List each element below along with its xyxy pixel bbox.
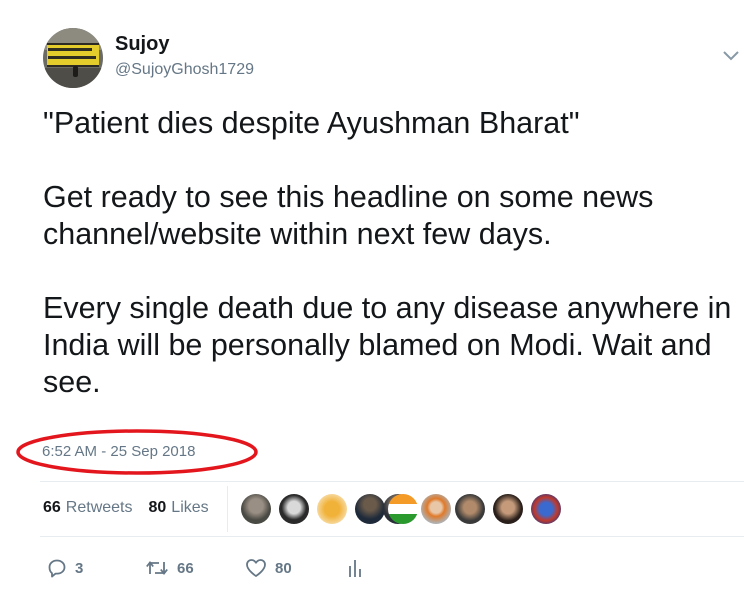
liker-avatar-8[interactable] [455, 494, 485, 524]
liker-avatar-1[interactable] [241, 494, 271, 524]
reply-count: 3 [75, 559, 84, 577]
liker-avatar-10[interactable] [531, 494, 561, 524]
like-button[interactable]: 80 [245, 556, 292, 580]
retweets-stat[interactable]: 66 Retweets [43, 499, 133, 517]
engagement-stats: 66 Retweets 80 Likes [43, 499, 219, 517]
retweets-count: 66 [43, 499, 61, 516]
tweet-text: "Patient dies despite Ayushman Bharat" G… [43, 106, 732, 399]
avatar-station-sign [47, 43, 99, 67]
chevron-down-icon[interactable] [722, 50, 740, 62]
likes-stat[interactable]: 80 Likes [149, 499, 209, 517]
liker-avatar-3[interactable] [317, 494, 347, 524]
like-count: 80 [275, 559, 292, 577]
analytics-icon [349, 560, 361, 577]
retweet-icon [146, 561, 168, 575]
liker-avatar-6[interactable] [388, 494, 418, 524]
liker-avatar-7[interactable] [421, 494, 451, 524]
highlight-circle [16, 429, 258, 475]
liker-avatar-4[interactable] [355, 494, 385, 524]
divider [40, 536, 744, 537]
analytics-button[interactable] [347, 556, 363, 580]
avatar[interactable] [43, 28, 103, 88]
divider [40, 481, 744, 482]
retweets-label: Retweets [65, 499, 133, 516]
reply-icon [48, 559, 66, 578]
likes-count: 80 [148, 499, 167, 516]
author-name[interactable]: Sujoy [115, 33, 169, 56]
liker-avatar-9[interactable] [493, 494, 523, 524]
retweet-button[interactable]: 66 [145, 556, 194, 580]
liker-avatar-2[interactable] [279, 494, 309, 524]
likes-label: Likes [171, 499, 209, 516]
avatar-sign-text-line [48, 56, 96, 59]
heart-icon [246, 559, 266, 577]
stats-separator [227, 486, 228, 532]
avatar-sign-text-line [48, 48, 92, 51]
reply-button[interactable]: 3 [47, 556, 83, 580]
avatar-person [73, 66, 78, 77]
author-handle[interactable]: @SujoyGhosh1729 [115, 61, 254, 79]
retweet-count: 66 [177, 559, 194, 577]
